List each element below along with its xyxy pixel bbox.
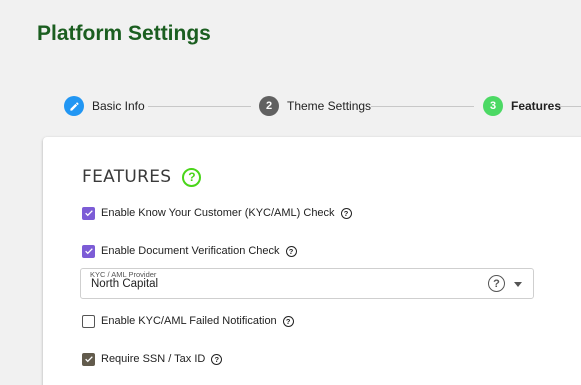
document-verification-checkbox[interactable] — [82, 244, 95, 258]
stepper: Basic Info 2 Theme Settings 3 Features — [0, 95, 581, 119]
step-connector — [148, 106, 251, 107]
features-card: FEATURES ? Enable Know Your Customer (KY… — [43, 137, 581, 385]
kyc-failed-notification-checkbox[interactable] — [82, 314, 95, 328]
kyc-failed-notification-label: Enable KYC/AML Failed Notification — [101, 315, 277, 327]
step-features[interactable]: 3 Features — [483, 95, 561, 117]
help-circle-icon[interactable]: ? — [182, 167, 202, 187]
help-icon[interactable]: ? — [488, 275, 505, 292]
document-verification-label: Enable Document Verification Check — [101, 245, 280, 257]
step-connector — [560, 106, 581, 107]
document-verification-option[interactable]: Enable Document Verification Check ? — [82, 242, 297, 260]
section-title: FEATURES — [82, 167, 172, 187]
step-number: 2 — [259, 96, 279, 116]
kyc-check-option[interactable]: Enable Know Your Customer (KYC/AML) Chec… — [82, 204, 352, 222]
help-icon[interactable]: ? — [340, 207, 352, 219]
require-ssn-checkbox[interactable] — [82, 352, 95, 366]
require-ssn-option[interactable]: Require SSN / Tax ID ? — [82, 350, 223, 368]
page-title: Platform Settings — [37, 22, 211, 45]
step-theme-settings[interactable]: 2 Theme Settings — [259, 95, 371, 117]
chevron-down-icon[interactable] — [514, 282, 522, 287]
step-label: Basic Info — [92, 99, 145, 113]
step-basic-info[interactable]: Basic Info — [64, 95, 145, 117]
pencil-icon — [64, 96, 84, 116]
kyc-failed-notification-option[interactable]: Enable KYC/AML Failed Notification ? — [82, 312, 294, 330]
help-icon[interactable]: ? — [282, 315, 294, 327]
kyc-check-label: Enable Know Your Customer (KYC/AML) Chec… — [101, 207, 335, 219]
step-number: 3 — [483, 96, 503, 116]
features-header: FEATURES ? — [82, 167, 202, 187]
step-label: Theme Settings — [287, 99, 372, 113]
kyc-checkbox[interactable] — [82, 206, 95, 220]
help-icon[interactable]: ? — [285, 245, 297, 257]
require-ssn-label: Require SSN / Tax ID — [101, 353, 206, 365]
select-value: North Capital — [91, 278, 159, 290]
step-label: Features — [511, 99, 562, 113]
step-connector — [371, 106, 474, 107]
kyc-provider-select[interactable]: KYC / AML Provider North Capital ? — [80, 268, 534, 299]
help-icon[interactable]: ? — [211, 353, 223, 365]
